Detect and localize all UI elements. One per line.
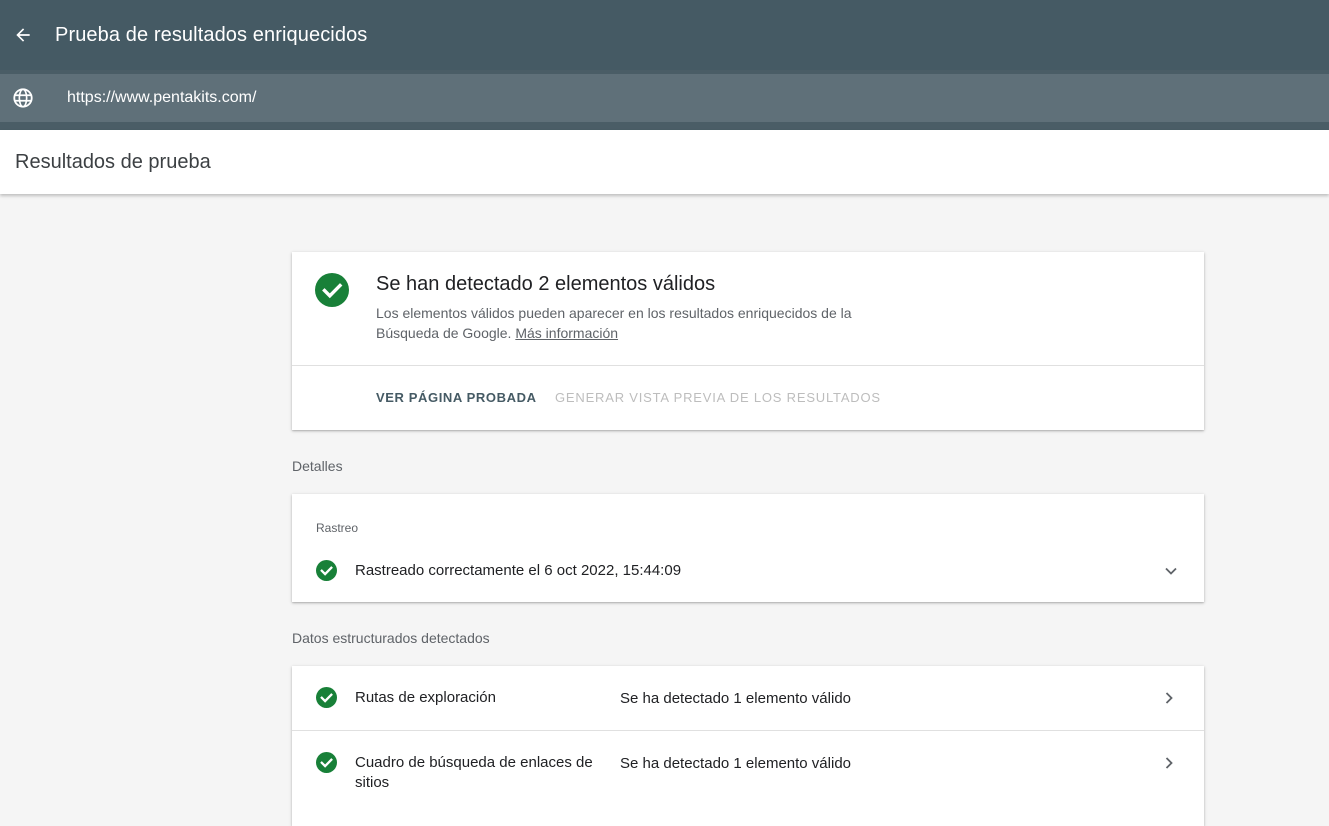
tested-url[interactable]: https://www.pentakits.com/ — [67, 89, 256, 107]
item-status: Se ha detectado 1 elemento válido — [620, 755, 851, 772]
check-circle-icon — [315, 273, 349, 307]
structured-data-card: Rutas de exploración Se ha detectado 1 e… — [292, 666, 1204, 826]
chevron-down-icon[interactable] — [1164, 564, 1178, 578]
item-name: Cuadro de búsqueda de enlaces de sitios — [355, 754, 593, 791]
url-bar: https://www.pentakits.com/ — [0, 74, 1329, 122]
details-label: Detalles — [292, 458, 343, 474]
crawl-label: Rastreo — [316, 521, 359, 535]
list-item[interactable]: Cuadro de búsqueda de enlaces de sitios … — [292, 731, 1204, 811]
summary-content: Se han detectado 2 elementos válidos Los… — [292, 252, 1204, 366]
results-title: Resultados de prueba — [15, 150, 211, 173]
app-bar: Prueba de resultados enriquecidos — [0, 0, 1329, 70]
check-circle-icon — [316, 752, 337, 773]
preview-results-button: GENERAR VISTA PREVIA DE LOS RESULTADOS — [555, 390, 881, 405]
app-title: Prueba de resultados enriquecidos — [55, 23, 368, 46]
chevron-right-icon[interactable] — [1162, 691, 1176, 705]
more-info-link[interactable]: Más información — [515, 325, 618, 341]
summary-actions: VER PÁGINA PROBADA GENERAR VISTA PREVIA … — [292, 366, 1204, 430]
view-tested-page-button[interactable]: VER PÁGINA PROBADA — [376, 390, 537, 405]
summary-card: Se han detectado 2 elementos válidos Los… — [292, 252, 1204, 430]
summary-description: Los elementos válidos pueden aparecer en… — [376, 303, 896, 343]
back-button[interactable] — [0, 0, 46, 70]
chevron-right-icon[interactable] — [1162, 756, 1176, 770]
item-status: Se ha detectado 1 elemento válido — [620, 690, 851, 707]
globe-icon — [0, 74, 46, 122]
arrow-back-icon — [16, 28, 30, 42]
summary-title: Se han detectado 2 elementos válidos — [376, 273, 716, 295]
item-name: Rutas de exploración — [355, 689, 496, 706]
crawl-card: Rastreo Rastreado correctamente el 6 oct… — [292, 494, 1204, 602]
crawl-status-text: Rastreado correctamente el 6 oct 2022, 1… — [355, 562, 682, 579]
divider — [0, 122, 1329, 130]
structured-data-label: Datos estructurados detectados — [292, 630, 490, 646]
list-item[interactable]: Rutas de exploración Se ha detectado 1 e… — [292, 666, 1204, 731]
check-circle-icon — [316, 687, 337, 708]
results-header: Resultados de prueba — [0, 130, 1329, 194]
check-circle-icon — [316, 560, 337, 581]
crawl-status-row[interactable]: Rastreado correctamente el 6 oct 2022, 1… — [292, 556, 1204, 584]
